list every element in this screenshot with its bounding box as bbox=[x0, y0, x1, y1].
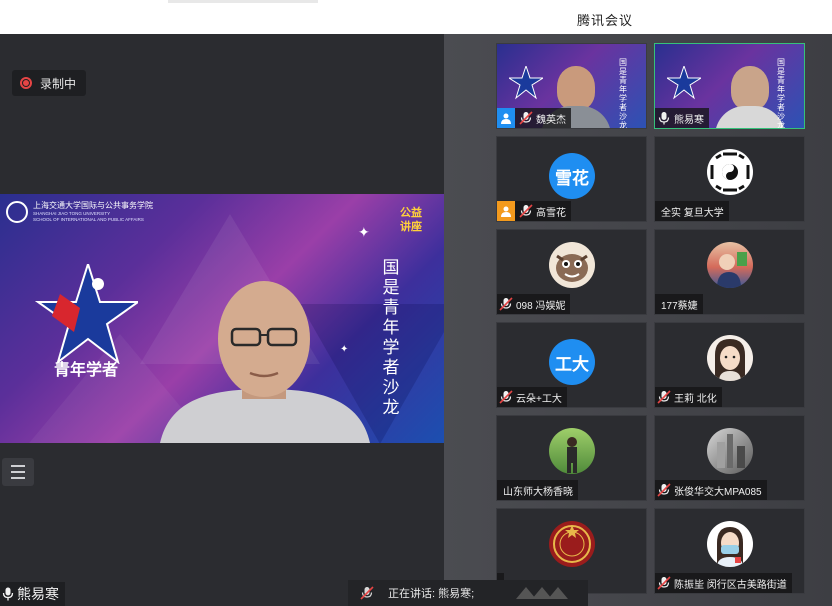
participant-name: 张俊华交大MPA085 bbox=[674, 486, 762, 498]
mic-icon bbox=[658, 112, 670, 125]
participant-name: 山东师大杨香晓 bbox=[503, 486, 573, 498]
participant-label: 王莉 北化 bbox=[655, 387, 722, 407]
participant-label: 098 冯娱妮 bbox=[497, 294, 571, 314]
star-logo-icon bbox=[509, 66, 543, 100]
speaking-indicator: 正在讲话: 熊易寒; bbox=[348, 580, 588, 606]
participant-tile[interactable]: 国是青年学者沙龙 魏英杰 bbox=[496, 43, 647, 129]
participant-label: 177蔡婕 bbox=[655, 294, 703, 314]
participant-tile[interactable]: 雪花 高雪花 bbox=[496, 136, 647, 222]
speaker-name: 熊易寒 bbox=[17, 586, 59, 602]
participant-gallery: 国是青年学者沙龙 魏英杰 国是青年学者沙龙 熊易寒 雪花 高雪花 全实 复旦大学… bbox=[444, 34, 832, 606]
mic-muted-icon bbox=[519, 111, 533, 125]
university-name-en-2: SCHOOL OF INTERNATIONAL AND PUBLIC AFFAI… bbox=[33, 217, 144, 222]
speaker-video-figure bbox=[160, 281, 370, 443]
recording-icon bbox=[20, 77, 32, 89]
window-title: 腾讯会议 bbox=[577, 13, 634, 28]
participant-name: 熊易寒 bbox=[674, 114, 704, 126]
initials-avatar: 工大 bbox=[549, 339, 595, 385]
participant-name: 陈振坒 闵行区古美路街道 bbox=[674, 579, 787, 591]
participant-name: 魏英杰 bbox=[536, 114, 566, 126]
speaking-text: 正在讲话: 熊易寒; bbox=[388, 588, 475, 600]
participant-tile[interactable]: 工大 云朵+工大 bbox=[496, 322, 647, 408]
mic-muted-icon bbox=[499, 297, 513, 311]
nurse-avatar bbox=[707, 521, 753, 567]
bagua-icon bbox=[707, 149, 753, 195]
participant-tile[interactable]: 098 冯娱妮 bbox=[496, 229, 647, 315]
title-bar: 腾讯会议 bbox=[0, 0, 832, 34]
star-logo-icon bbox=[34, 264, 138, 364]
cohost-icon bbox=[497, 201, 515, 221]
participant-name: 王莉 北化 bbox=[674, 393, 717, 405]
participant-name: 全实 复旦大学 bbox=[661, 207, 724, 219]
participant-label: 熊易寒 bbox=[655, 108, 709, 128]
participant-name: 高雪花 bbox=[536, 207, 566, 219]
scholar-label: 青年学者 bbox=[54, 362, 119, 379]
star-logo-icon bbox=[667, 66, 701, 100]
participant-label: 山东师大杨香晓 bbox=[497, 480, 578, 500]
salon-mini-title: 国是青年学者沙龙 bbox=[619, 58, 627, 129]
list-icon bbox=[11, 465, 25, 467]
main-stage: 录制中 上海交通大学国际与公共事务学院 SHANGHAI JIAO TONG U… bbox=[0, 34, 444, 606]
sparkle-icon: ✦ bbox=[358, 224, 370, 240]
more-icon[interactable] bbox=[516, 585, 586, 601]
mic-muted-icon bbox=[657, 576, 671, 590]
salon-mini-title: 国是青年学者沙龙 bbox=[777, 58, 785, 129]
participant-label: 陈振坒 闵行区古美路街道 bbox=[655, 573, 792, 593]
university-header: 上海交通大学国际与公共事务学院 SHANGHAI JIAO TONG UNIVE… bbox=[6, 198, 176, 226]
participant-label: 全实 复旦大学 bbox=[655, 201, 729, 221]
title-bar-tab-strip bbox=[168, 0, 318, 3]
mic-icon bbox=[2, 587, 14, 601]
participant-label: 魏英杰 bbox=[497, 108, 571, 128]
participant-name: 177蔡婕 bbox=[661, 300, 698, 312]
mic-muted-icon bbox=[657, 483, 671, 497]
initials-avatar: 雪花 bbox=[549, 153, 595, 199]
recording-label: 录制中 bbox=[40, 76, 77, 91]
participant-tile[interactable]: 全实 复旦大学 bbox=[654, 136, 805, 222]
mic-muted-icon bbox=[499, 390, 513, 404]
lecture-tag: 公益讲座 bbox=[400, 207, 422, 233]
main-video[interactable]: 上海交通大学国际与公共事务学院 SHANGHAI JIAO TONG UNIVE… bbox=[0, 194, 444, 443]
mic-muted-icon bbox=[519, 204, 533, 218]
list-toggle-button[interactable] bbox=[2, 458, 34, 486]
participant-name: 云朵+工大 bbox=[516, 393, 562, 405]
recording-badge[interactable]: 录制中 bbox=[12, 70, 86, 96]
participant-tile[interactable]: 王莉 北化 bbox=[654, 322, 805, 408]
gray-avatar bbox=[707, 428, 753, 474]
mic-muted-icon bbox=[657, 390, 671, 404]
participant-tile[interactable]: 张俊华交大MPA085 bbox=[654, 415, 805, 501]
red-seal-avatar bbox=[549, 521, 595, 567]
participant-tile[interactable]: 山东师大杨香晓 bbox=[496, 415, 647, 501]
participant-label: 高雪花 bbox=[497, 201, 571, 221]
participant-tile[interactable]: 177蔡婕 bbox=[654, 229, 805, 315]
participant-tile[interactable]: 国是青年学者沙龙 熊易寒 bbox=[654, 43, 805, 129]
mic-muted-icon[interactable] bbox=[360, 586, 374, 600]
university-name-cn: 上海交通大学国际与公共事务学院 bbox=[33, 201, 153, 210]
participant-label: 云朵+工大 bbox=[497, 387, 567, 407]
girl-avatar bbox=[707, 335, 753, 381]
participant-name: 098 冯娱妮 bbox=[516, 300, 566, 312]
university-logo-icon bbox=[6, 201, 28, 223]
participant-label: 张俊华交大MPA085 bbox=[655, 480, 767, 500]
cartoon-avatar bbox=[549, 242, 595, 288]
host-icon bbox=[497, 108, 515, 128]
salon-title: 国是青年学者沙龙 bbox=[382, 258, 400, 418]
photo-avatar bbox=[707, 242, 753, 288]
outdoor-avatar bbox=[549, 428, 595, 474]
speaker-name-badge: 熊易寒 bbox=[0, 582, 65, 606]
participant-tile[interactable]: 陈振坒 闵行区古美路街道 bbox=[654, 508, 805, 594]
